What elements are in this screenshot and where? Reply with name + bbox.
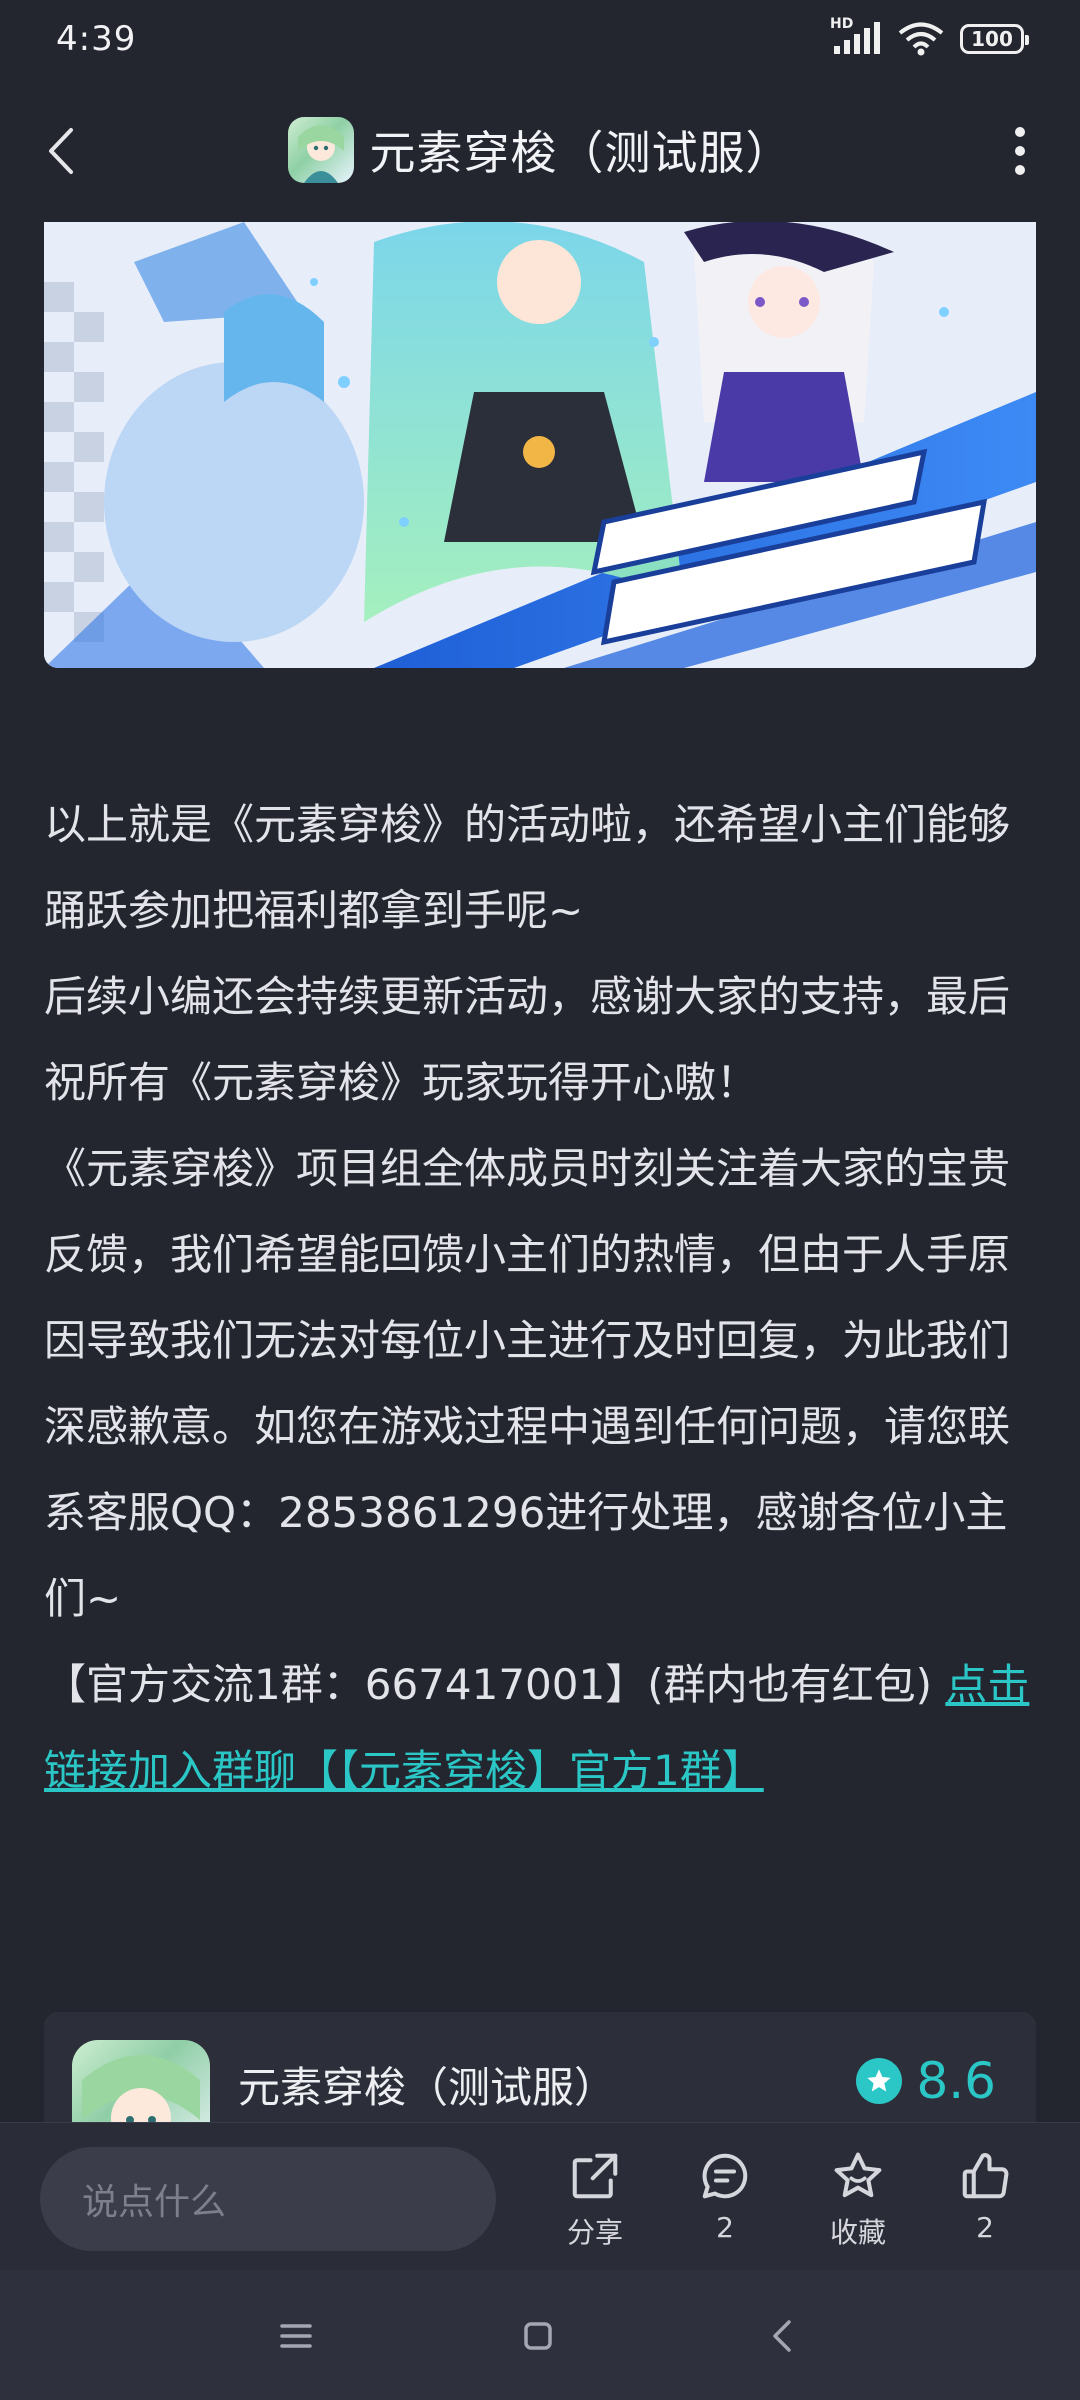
rating-score: 8.6 bbox=[916, 2052, 996, 2110]
comment-button[interactable]: 2 bbox=[670, 2149, 780, 2259]
menu-icon bbox=[280, 2324, 312, 2348]
status-icons: HD 100 bbox=[830, 16, 1029, 56]
game-icon bbox=[72, 2040, 210, 2122]
favorite-label: 收藏 bbox=[829, 2216, 886, 2249]
thumbs-up-icon bbox=[962, 2153, 1009, 2199]
status-bar: 4:39 HD 100 bbox=[0, 0, 1080, 78]
game-card[interactable]: 元素穿梭（测试服） 8.6 bbox=[44, 2012, 1036, 2122]
bottom-action-bar: 说点什么 分享 2 收藏 2 bbox=[0, 2122, 1080, 2270]
page-title: 元素穿梭（测试服） bbox=[369, 126, 793, 180]
share-label: 分享 bbox=[566, 2216, 623, 2249]
comment-icon bbox=[702, 2153, 748, 2199]
back-button[interactable] bbox=[30, 116, 90, 186]
app-icon bbox=[287, 117, 354, 183]
home-button[interactable] bbox=[508, 2310, 568, 2362]
top-app-bar: 元素穿梭（测试服） bbox=[0, 78, 1080, 222]
status-time: 4:39 bbox=[56, 19, 137, 59]
signal-icon: HD bbox=[830, 16, 882, 56]
group-info: 【官方交流1群：667417001】(群内也有红包) 点击链接加入群聊【【元素穿… bbox=[44, 1642, 1044, 1814]
battery-icon: 100 bbox=[960, 24, 1029, 54]
star-outline-icon bbox=[834, 2152, 882, 2198]
game-rating: 8.6 bbox=[856, 2052, 996, 2110]
square-home-icon bbox=[524, 2322, 552, 2350]
article-banner-image bbox=[44, 222, 1036, 668]
article-body: 以上就是《元素穿梭》的活动啦，还希望小主们能够踊跃参加把福利都拿到手呢~ 后续小… bbox=[44, 782, 1044, 1814]
header-title-group: 元素穿梭（测试服） bbox=[287, 117, 793, 183]
favorite-button[interactable]: 收藏 bbox=[803, 2149, 913, 2259]
group-number-text: 【官方交流1群：667417001】(群内也有红包) bbox=[44, 1660, 946, 1709]
system-back-button[interactable] bbox=[752, 2310, 812, 2362]
more-options-button[interactable] bbox=[990, 116, 1050, 186]
chevron-left-icon bbox=[773, 2320, 791, 2352]
chevron-left-icon bbox=[49, 128, 73, 174]
recent-apps-button[interactable] bbox=[266, 2310, 326, 2362]
comment-placeholder: 说点什么 bbox=[82, 2182, 227, 2223]
star-icon bbox=[856, 2058, 903, 2104]
article-paragraph: 以上就是《元素穿梭》的活动啦，还希望小主们能够踊跃参加把福利都拿到手呢~ bbox=[44, 800, 1011, 935]
share-button[interactable]: 分享 bbox=[540, 2149, 650, 2259]
wifi-icon bbox=[898, 22, 944, 56]
article-paragraph: 后续小编还会持续更新活动，感谢大家的支持，最后祝所有《元素穿梭》玩家玩得开心嗷！ bbox=[44, 972, 1011, 1107]
article-paragraph: 《元素穿梭》项目组全体成员时刻关注着大家的宝贵反馈，我们希望能回馈小主们的热情，… bbox=[44, 1144, 1011, 1623]
like-button[interactable]: 2 bbox=[930, 2149, 1040, 2259]
more-vertical-icon bbox=[1015, 127, 1025, 137]
comment-input[interactable]: 说点什么 bbox=[40, 2147, 496, 2251]
system-navigation-bar bbox=[0, 2270, 1080, 2400]
game-name: 元素穿梭（测试服） bbox=[238, 2063, 617, 2112]
share-icon bbox=[572, 2153, 618, 2199]
comment-count: 2 bbox=[716, 2211, 734, 2244]
like-count: 2 bbox=[976, 2211, 994, 2244]
